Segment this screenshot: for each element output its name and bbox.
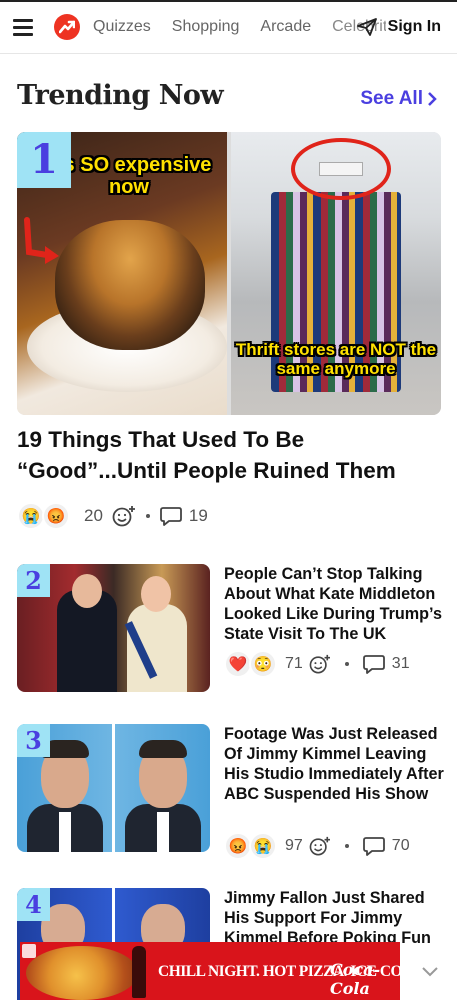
separator-dot — [145, 514, 150, 518]
arrow-icon — [24, 217, 59, 264]
menu-icon[interactable] — [13, 19, 33, 36]
reaction-emoji: 😭 — [249, 832, 277, 860]
person-head-shape — [141, 576, 171, 612]
ad-brand-logo: Coca-Cola — [330, 960, 381, 998]
comment-count: 19 — [188, 506, 208, 525]
comment-count: 31 — [391, 655, 410, 672]
reaction-row: 😡 😭 97 70 — [224, 832, 410, 860]
hero-title[interactable]: 19 Things That Used To Be “Good”...Until… — [17, 425, 447, 486]
top-bar: Quizzes Shopping Arcade Celebrity Sign I… — [0, 0, 457, 54]
nav-item-quizzes[interactable]: Quizzes — [93, 18, 151, 36]
reaction-emoji: 😭 — [17, 502, 45, 530]
shirt-shape — [59, 812, 71, 852]
hero-caption-right: Thrift stores are NOT the same anymore — [235, 340, 437, 379]
shirt-shape — [157, 812, 169, 852]
reaction-row: 😭 😡 20 19 — [17, 502, 208, 530]
section-title: Trending Now — [17, 80, 224, 111]
add-reaction-icon[interactable] — [112, 505, 136, 527]
article-thumbnail[interactable]: 3 — [17, 724, 210, 852]
comment-icon[interactable] — [362, 836, 385, 856]
reaction-emoji: 😡 — [224, 832, 252, 860]
logo-icon[interactable] — [54, 14, 80, 40]
rank-badge: 4 — [17, 888, 50, 921]
separator-dot — [344, 844, 349, 848]
signin-button[interactable]: Sign In — [385, 18, 441, 36]
reaction-emoji: ❤️ — [224, 650, 252, 678]
emoji-stack[interactable]: ❤️ 😳 — [224, 650, 277, 678]
rank-badge: 1 — [17, 132, 71, 188]
hero-image-right: Thrift stores are NOT the same anymore — [231, 132, 441, 415]
adchoices-icon[interactable] — [22, 944, 36, 958]
article-title[interactable]: Jimmy Fallon Just Shared His Support For… — [224, 888, 449, 948]
comment-count: 70 — [391, 837, 410, 854]
reaction-count: 97 — [285, 837, 303, 854]
emoji-stack[interactable]: 😡 😭 — [224, 832, 277, 860]
reaction-emoji: 😡 — [42, 502, 70, 530]
chevron-down-icon[interactable] — [421, 966, 439, 978]
article-title[interactable]: Footage Was Just Released Of Jimmy Kimme… — [224, 724, 449, 804]
rank-badge: 2 — [17, 564, 50, 597]
hero-image[interactable]: It's SO expensive now Thrift stores are … — [17, 132, 441, 415]
reaction-emoji: 😳 — [249, 650, 277, 678]
reaction-count: 71 — [285, 655, 303, 672]
nav-bar: Quizzes Shopping Arcade Celebrity — [93, 18, 395, 36]
add-reaction-icon[interactable] — [309, 654, 331, 674]
article-title[interactable]: People Can’t Stop Talking About What Kat… — [224, 564, 449, 644]
article-thumbnail[interactable]: 2 — [17, 564, 210, 692]
emoji-stack[interactable]: 😭 😡 — [17, 502, 70, 530]
soup-shape — [55, 220, 205, 350]
nav-item-arcade[interactable]: Arcade — [260, 18, 311, 36]
photo-half — [115, 724, 210, 852]
ad-banner[interactable]: CHILL NIGHT. HOT PIZZA. ICE COLD. Coca-C… — [20, 942, 400, 1000]
separator-dot — [344, 662, 349, 666]
bottle-image — [132, 946, 146, 998]
comment-icon[interactable] — [160, 506, 182, 526]
hair-shape — [139, 740, 187, 758]
reaction-count: 20 — [84, 506, 103, 525]
chevron-right-icon — [428, 92, 437, 106]
nav-item-shopping[interactable]: Shopping — [172, 18, 240, 36]
see-all-label: See All — [360, 88, 423, 109]
comment-icon[interactable] — [362, 654, 385, 674]
rank-badge: 3 — [17, 724, 50, 757]
send-icon[interactable] — [357, 18, 377, 36]
red-circle-shape — [291, 138, 391, 200]
reaction-row: ❤️ 😳 71 31 — [224, 650, 410, 678]
person-head-shape — [72, 574, 102, 608]
add-reaction-icon[interactable] — [309, 836, 331, 856]
pizza-image — [26, 946, 138, 1000]
see-all-link[interactable]: See All — [360, 88, 437, 110]
